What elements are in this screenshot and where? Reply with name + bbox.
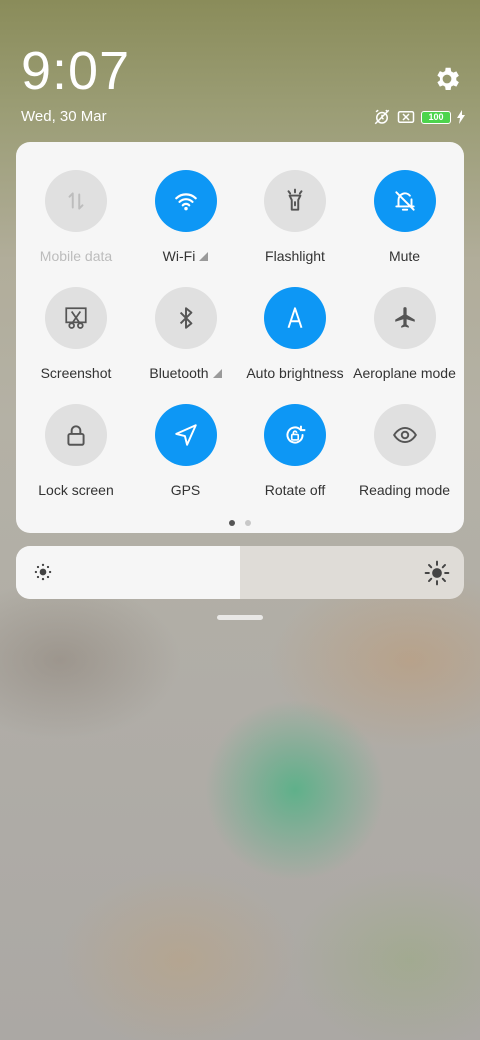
tile-label-text: Wi-Fi xyxy=(162,248,196,264)
drag-handle[interactable] xyxy=(217,615,263,620)
tile-toggle-button[interactable] xyxy=(154,287,217,349)
battery-icon: 100 xyxy=(421,110,451,124)
tile-label-text: Mute xyxy=(388,248,421,264)
tile-label: Mute xyxy=(349,248,461,264)
tile-wi-fi[interactable]: Wi-Fi xyxy=(130,170,242,264)
tile-label-text: Flashlight xyxy=(265,248,325,264)
tile-toggle-button[interactable] xyxy=(264,404,326,466)
page-indicator xyxy=(16,520,464,526)
tile-toggle-button[interactable] xyxy=(45,404,107,466)
tile-toggle-button[interactable] xyxy=(45,170,107,232)
brightness-low-icon xyxy=(34,563,52,581)
tile-gps[interactable]: GPS xyxy=(130,404,242,498)
tile-label: Rotate off xyxy=(239,482,351,498)
status-icons: 100 xyxy=(373,108,465,126)
bell-off-icon xyxy=(394,191,415,211)
tile-toggle-button[interactable] xyxy=(154,404,217,466)
tile-label: Screenshot xyxy=(20,365,132,381)
tile-toggle-button[interactable] xyxy=(154,170,217,232)
tile-mobile-data[interactable]: Mobile data xyxy=(20,170,132,264)
flashlight-icon xyxy=(287,188,303,211)
tile-label: Bluetooth xyxy=(130,365,242,381)
tile-toggle-button[interactable] xyxy=(373,287,436,349)
mobile-data-icon xyxy=(68,192,84,210)
charging-icon xyxy=(457,110,465,124)
page-dot-1[interactable] xyxy=(229,520,235,526)
tile-label-text: Lock screen xyxy=(38,482,114,498)
gear-icon[interactable] xyxy=(432,64,462,94)
tile-label-text: Rotate off xyxy=(264,482,326,498)
tile-label-text: Mobile data xyxy=(39,248,113,264)
tile-toggle-button[interactable] xyxy=(45,287,107,349)
tile-label: Wi-Fi xyxy=(130,248,242,264)
tile-bluetooth[interactable]: Bluetooth xyxy=(130,287,242,381)
scissors-icon xyxy=(65,307,87,329)
tile-label: Auto brightness xyxy=(239,365,351,381)
tile-label-text: GPS xyxy=(170,482,201,498)
tile-label-text: Reading mode xyxy=(358,482,451,498)
tile-toggle-button[interactable] xyxy=(373,170,436,232)
tile-label: Mobile data xyxy=(20,248,132,264)
tile-label-text: Aeroplane mode xyxy=(353,365,456,381)
tile-label: Reading mode xyxy=(349,482,461,498)
rotate-lock-icon xyxy=(286,425,306,444)
tile-aeroplane-mode[interactable]: Aeroplane mode xyxy=(349,287,461,381)
brightness-slider[interactable] xyxy=(16,546,464,599)
expand-arrow-icon[interactable] xyxy=(199,251,209,261)
bluetooth-icon xyxy=(179,307,192,329)
tile-rotate-off[interactable]: Rotate off xyxy=(239,404,351,498)
tile-toggle-button[interactable] xyxy=(373,404,436,466)
brightness-high-icon xyxy=(424,560,450,586)
tile-toggle-button[interactable] xyxy=(264,170,326,232)
airplane-icon xyxy=(394,307,415,328)
tile-label-text: Screenshot xyxy=(40,365,112,381)
no-sim-icon xyxy=(397,111,415,123)
location-arrow-icon xyxy=(174,424,197,446)
eye-icon xyxy=(392,426,417,444)
expand-arrow-icon[interactable] xyxy=(212,368,222,378)
quick-settings-panel: Mobile data Wi-Fi Flashlight Mute Screenshot… xyxy=(16,142,464,533)
tile-label: Flashlight xyxy=(239,248,351,264)
tile-label-text: Bluetooth xyxy=(149,365,209,381)
page-dot-2[interactable] xyxy=(245,520,251,526)
tile-label-text: Auto brightness xyxy=(246,365,344,381)
tile-toggle-button[interactable] xyxy=(264,287,326,349)
tile-label: Lock screen xyxy=(20,482,132,498)
tile-lock-screen[interactable]: Lock screen xyxy=(20,404,132,498)
clock-time: 9:07 xyxy=(21,41,131,101)
letter-a-icon xyxy=(287,307,303,329)
tile-screenshot[interactable]: Screenshot xyxy=(20,287,132,381)
tile-auto-brightness[interactable]: Auto brightness xyxy=(239,287,351,381)
tile-label: GPS xyxy=(130,482,242,498)
alarm-off-icon xyxy=(374,109,390,125)
date-label: Wed, 30 Mar xyxy=(21,108,107,125)
lock-icon xyxy=(67,425,85,446)
tile-reading-mode[interactable]: Reading mode xyxy=(349,404,461,498)
tile-mute[interactable]: Mute xyxy=(349,170,461,264)
tile-flashlight[interactable]: Flashlight xyxy=(239,170,351,264)
wifi-icon xyxy=(174,193,197,211)
tile-label: Aeroplane mode xyxy=(349,365,461,381)
